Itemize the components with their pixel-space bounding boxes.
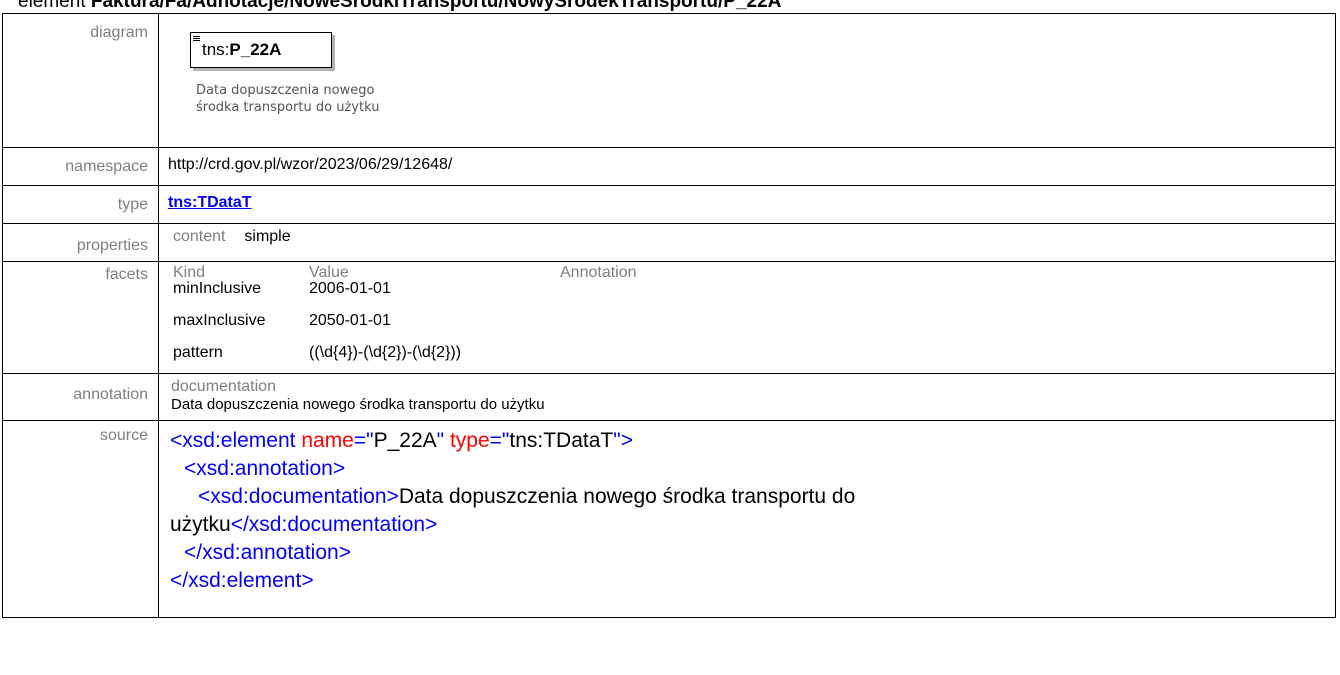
- annotation-header: documentation: [171, 378, 276, 395]
- properties-value: simple: [244, 228, 291, 245]
- element-lines-icon: [193, 36, 200, 42]
- facet-value: 2006-01-01: [309, 280, 391, 297]
- source-code: <xsd:element name="P_22A" type="tns:TDat…: [158, 420, 1336, 618]
- diagram-doc-line2: środka transportu do użytku: [196, 100, 380, 115]
- source-line: <xsd:element name="P_22A" type="tns:TDat…: [170, 429, 633, 452]
- element-doc-table: diagram tns:P_22A Data dopuszczenia nowe…: [2, 13, 1336, 618]
- source-line: </xsd:annotation>: [184, 541, 351, 564]
- type-link[interactable]: tns:TDataT: [168, 194, 252, 211]
- source-row: source <xsd:element name="P_22A" type="t…: [2, 420, 1336, 618]
- source-line: <xsd:documentation>Data dopuszczenia now…: [198, 485, 856, 508]
- namespace-label: namespace: [2, 147, 159, 186]
- namespace-row: namespace http://crd.gov.pl/wzor/2023/06…: [2, 147, 1336, 186]
- title-path: Faktura/Fa/Adnotacje/NoweSrodkiTransport…: [90, 0, 782, 12]
- element-diagram-name: tns:P_22A: [202, 40, 281, 60]
- diagram-documentation: Data dopuszczenia nowego środka transpor…: [196, 82, 379, 116]
- annotation-cell: documentation Data dopuszczenia nowego ś…: [158, 373, 1336, 421]
- annotation-row: annotation documentation Data dopuszczen…: [2, 373, 1336, 421]
- facet-value: 2050-01-01: [309, 312, 391, 329]
- properties-key: content: [173, 228, 226, 245]
- facet-kind: minInclusive: [173, 280, 262, 297]
- facets-row: facets Kind Value Annotation minInclusiv…: [2, 261, 1336, 374]
- element-name: P_22A: [229, 40, 282, 59]
- type-cell: tns:TDataT: [158, 185, 1336, 224]
- diagram-cell: tns:P_22A Data dopuszczenia nowego środk…: [158, 13, 1336, 148]
- facet-value: ((\d{4})-(\d{2})-(\d{2})): [309, 344, 462, 361]
- properties-label: properties: [2, 223, 159, 262]
- annotation-text: Data dopuszczenia nowego środka transpor…: [171, 396, 545, 413]
- namespace-value: http://crd.gov.pl/wzor/2023/06/29/12648/: [158, 147, 1336, 186]
- element-diagram-box[interactable]: tns:P_22A: [190, 32, 332, 68]
- properties-row: properties content simple: [2, 223, 1336, 262]
- facet-kind: pattern: [173, 344, 223, 361]
- facets-label: facets: [2, 261, 159, 374]
- annotation-label: annotation: [2, 373, 159, 421]
- element-ns: tns:: [202, 40, 230, 59]
- page-title: element Faktura/Fa/Adnotacje/NoweSrodkiT…: [18, 0, 781, 12]
- title-prefix: element: [18, 0, 91, 12]
- properties-cell: content simple: [158, 223, 1336, 262]
- type-row: type tns:TDataT: [2, 185, 1336, 224]
- source-label: source: [2, 420, 159, 618]
- facet-kind: maxInclusive: [173, 312, 266, 329]
- source-line: <xsd:annotation>: [184, 457, 346, 480]
- diagram-row: diagram tns:P_22A Data dopuszczenia nowe…: [2, 13, 1336, 148]
- source-line: </xsd:element>: [170, 569, 314, 592]
- facets-cell: Kind Value Annotation minInclusive 2006-…: [158, 261, 1336, 374]
- facets-header-annotation: Annotation: [560, 264, 637, 281]
- source-line: użytku</xsd:documentation>: [170, 513, 438, 536]
- type-label: type: [2, 185, 159, 224]
- diagram-doc-line1: Data dopuszczenia nowego: [196, 83, 375, 98]
- diagram-label: diagram: [2, 13, 159, 148]
